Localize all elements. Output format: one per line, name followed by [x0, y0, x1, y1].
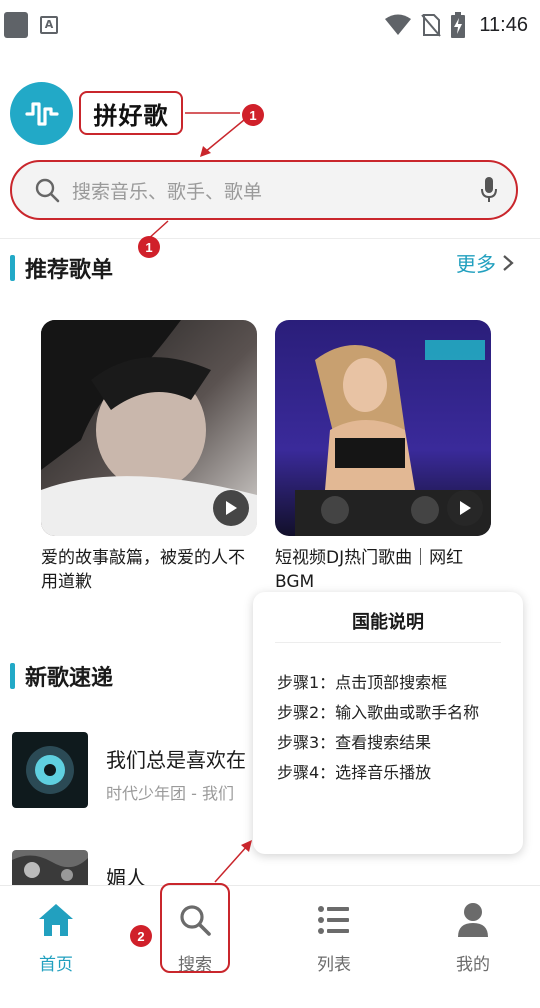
microphone-icon[interactable]	[480, 176, 498, 204]
app-name: 拼好歌	[93, 101, 169, 130]
play-button[interactable]	[213, 490, 249, 526]
search-icon	[35, 178, 60, 203]
song-title: 我们总是喜欢在	[106, 748, 246, 772]
nav-item-home[interactable]: 首页	[16, 900, 96, 975]
app-name-highlight: 拼好歌	[79, 91, 183, 135]
playlist-card[interactable]: 爱的故事敲篇，被爱的人不用道歉	[41, 320, 257, 594]
playlist-cover-image[interactable]	[41, 320, 257, 536]
play-icon	[226, 501, 237, 515]
home-icon	[39, 904, 73, 936]
play-icon	[460, 501, 471, 515]
recommended-title: 推荐歌单	[25, 258, 114, 283]
annotation-badge-1: 1	[242, 104, 264, 126]
section-accent-bar	[10, 663, 15, 689]
more-button[interactable]: 更多	[456, 248, 514, 277]
popup-title: 国能说明	[352, 612, 424, 633]
feature-explanation-popup: 国能说明 步骤1：点击顶部搜索框 步骤2：输入歌曲或歌手名称 步骤3：查看搜索结…	[253, 592, 523, 854]
playlist-card[interactable]: 短视频DJ热门歌曲｜网红BGM	[275, 320, 491, 594]
nav-item-list[interactable]: 列表	[294, 900, 374, 975]
search-nav-highlight	[160, 883, 230, 973]
nav-item-profile[interactable]: 我的	[433, 900, 513, 975]
search-input[interactable]: 搜索音乐、歌手、歌单	[10, 160, 518, 220]
waveform-logo-icon	[24, 101, 59, 126]
keyboard-a-icon: A	[40, 16, 58, 34]
status-bar: A 11:46	[0, 0, 540, 50]
arrow-head	[200, 146, 211, 157]
battery-charging-icon	[451, 12, 466, 38]
status-time: 11:46	[479, 13, 528, 36]
list-icon	[318, 906, 349, 934]
person-icon	[458, 903, 488, 937]
annotation-badge-1: 1	[138, 236, 160, 258]
playlist-title: 爱的故事敲篇，被爱的人不用道歉	[41, 548, 245, 592]
nav-label-profile: 我的	[456, 955, 490, 975]
app-logo	[10, 82, 73, 145]
section-accent-bar	[10, 255, 15, 281]
playlist-title: 短视频DJ热门歌曲｜网红BGM	[275, 548, 464, 592]
search-placeholder: 搜索音乐、歌手、歌单	[72, 180, 263, 203]
popup-step: 步骤2：输入歌曲或歌手名称	[277, 703, 480, 722]
wifi-icon	[385, 14, 412, 35]
song-cover-image	[12, 732, 88, 808]
nav-label-list: 列表	[317, 955, 351, 975]
nav-label-home: 首页	[39, 955, 73, 975]
no-sim-icon	[421, 14, 442, 37]
app-notification-icon	[4, 12, 28, 38]
divider	[0, 238, 540, 239]
new-songs-section-header: 新歌速递	[10, 660, 113, 692]
new-songs-title: 新歌速递	[25, 666, 114, 691]
popup-divider	[275, 642, 501, 643]
status-bar-right: 11:46	[385, 10, 528, 40]
popup-step: 步骤3：查看搜索结果	[277, 733, 432, 752]
annotation-arrow	[204, 119, 245, 153]
popup-step: 步骤1：点击顶部搜索框	[277, 673, 448, 692]
recommended-section-header: 推荐歌单	[10, 252, 113, 284]
chevron-right-icon	[503, 254, 514, 271]
popup-steps: 步骤1：点击顶部搜索框 步骤2：输入歌曲或歌手名称 步骤3：查看搜索结果 步骤4…	[277, 668, 479, 788]
song-cover-art	[12, 732, 88, 808]
song-artist: 时代少年团 - 我们	[106, 784, 234, 803]
more-label: 更多	[456, 252, 496, 276]
bottom-navigation: 首页 搜索 列表 我的	[0, 885, 540, 1008]
playlist-cover-image[interactable]	[275, 320, 491, 536]
annotation-badge-2: 2	[130, 925, 152, 947]
popup-step: 步骤4：选择音乐播放	[277, 763, 432, 782]
play-button[interactable]	[447, 490, 483, 526]
